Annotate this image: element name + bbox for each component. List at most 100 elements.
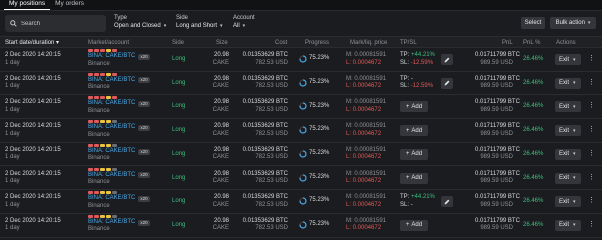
table-row[interactable]: 2 Dec 2020 14:20:15 1 day BINA: CAKE/BTC x2… <box>0 95 602 120</box>
col-progress[interactable]: Progress <box>305 39 329 47</box>
col-cost[interactable]: Cost <box>275 39 287 47</box>
col-size[interactable]: Size <box>216 39 228 47</box>
status-flags <box>88 96 150 100</box>
exit-button[interactable]: Exit ▾ <box>555 101 581 113</box>
leverage-badge: x20 <box>138 195 150 202</box>
more-options-icon[interactable]: ⋮ <box>588 150 595 158</box>
col-tpsl[interactable]: TP/SL <box>400 39 417 47</box>
progress-value: 75.23% <box>309 173 330 180</box>
search-input[interactable] <box>21 20 101 27</box>
tab-my-positions[interactable]: My positions <box>4 0 51 10</box>
liq-price: L: 0.0004672 <box>346 59 382 66</box>
market-link[interactable]: BINA: CAKE/BTC <box>88 172 135 180</box>
col-pnl-percent[interactable]: PnL % <box>523 39 540 47</box>
col-start-date[interactable]: Start date/duration ▾ <box>5 39 59 47</box>
size-cell: 20.98 CAKE <box>209 194 229 209</box>
bulk-action-button[interactable]: Bulk action ▾ <box>550 17 596 29</box>
tab-my-orders[interactable]: My orders <box>50 0 89 10</box>
market-link[interactable]: BINA: CAKE/BTC <box>88 148 135 156</box>
size-value: 20.98 <box>213 75 229 82</box>
pnl-usd: 989.59 USD <box>480 154 513 161</box>
pnl-btc: 0.01711799 BTC <box>475 75 520 82</box>
more-options-icon[interactable]: ⋮ <box>588 221 595 229</box>
exit-button[interactable]: Exit ▾ <box>555 219 581 231</box>
flag-yellow-icon <box>106 96 111 100</box>
market-link[interactable]: BINA: CAKE/BTC <box>88 124 135 132</box>
market-link[interactable]: BINA: CAKE/BTC <box>88 100 135 108</box>
search-box[interactable] <box>5 15 106 32</box>
cost-cell: 0.01353629 BTC 782.53 USD <box>238 171 288 186</box>
more-options-icon[interactable]: ⋮ <box>588 126 595 134</box>
progress-ring-icon <box>299 79 307 87</box>
select-button[interactable]: Select <box>521 17 545 29</box>
account-filter[interactable]: Account All ▾ <box>233 15 255 30</box>
more-options-icon[interactable]: ⋮ <box>588 102 595 110</box>
table-row[interactable]: 2 Dec 2020 14:20:15 1 day BINA: CAKE/BTC x2… <box>0 190 602 214</box>
add-tpsl-button[interactable]: + Add <box>400 172 428 184</box>
exit-button[interactable]: Exit ▾ <box>555 54 581 65</box>
exit-button[interactable]: Exit ▾ <box>555 125 581 137</box>
progress-value: 75.23% <box>309 102 330 109</box>
leverage-badge: x20 <box>138 219 150 226</box>
edit-tpsl-button[interactable] <box>441 54 453 65</box>
mark-liq-cell: M: 0.00081591 L: 0.0004672 <box>346 99 386 114</box>
edit-tpsl-button[interactable] <box>441 196 453 208</box>
cost-cell: 0.01353629 BTC 782.53 USD <box>238 123 288 138</box>
mark-liq-cell: M: 0.00081591 L: 0.0004672 <box>346 194 386 209</box>
pnl-percent: 26.46% <box>523 79 544 86</box>
flag-red-icon <box>94 167 99 171</box>
flag-red-icon <box>88 120 93 124</box>
table-row[interactable]: 2 Dec 2020 14:20:15 1 day BINA: CAKE/BTC x2… <box>0 48 602 72</box>
exit-button[interactable]: Exit ▾ <box>555 148 581 160</box>
more-options-icon[interactable]: ⋮ <box>588 197 595 205</box>
table-row[interactable]: 2 Dec 2020 14:20:15 1 day BINA: CAKE/BTC x2… <box>0 143 602 167</box>
col-mark-liq[interactable]: Mark/liq. price <box>350 39 387 47</box>
add-tpsl-button[interactable]: + Add <box>400 101 428 113</box>
exchange-name: Binance <box>88 107 110 114</box>
size-value: 20.98 <box>213 123 229 130</box>
market-cell: BINA: CAKE/BTC x20 Binance <box>88 167 150 187</box>
table-row[interactable]: 2 Dec 2020 14:20:15 1 day BINA: CAKE/BTC x2… <box>0 167 602 191</box>
flag-red-icon <box>100 96 105 100</box>
flag-red-icon <box>94 191 99 195</box>
exit-button[interactable]: Exit ▾ <box>555 77 581 89</box>
table-row[interactable]: 2 Dec 2020 14:20:15 1 day BINA: CAKE/BTC x2… <box>0 72 602 96</box>
table-row[interactable]: 2 Dec 2020 14:20:15 1 day BINA: CAKE/BTC x2… <box>0 119 602 143</box>
side-filter-label: Side <box>176 15 189 21</box>
top-tabs: My positions My orders <box>0 0 602 11</box>
table-row[interactable]: 2 Dec 2020 14:20:15 1 day BINA: CAKE/BTC x2… <box>0 214 602 238</box>
side-filter[interactable]: Side Long and Short ▾ <box>176 15 223 30</box>
col-side[interactable]: Side <box>172 39 184 47</box>
market-link[interactable]: BINA: CAKE/BTC <box>88 219 135 227</box>
add-label: Add <box>411 175 423 181</box>
type-filter[interactable]: Type Open and Closed ▾ <box>114 15 166 30</box>
cost-cell: 0.01353629 BTC 782.53 USD <box>238 194 288 209</box>
add-tpsl-button[interactable]: + Add <box>400 125 428 137</box>
leverage-badge: x20 <box>138 148 150 155</box>
more-options-icon[interactable]: ⋮ <box>588 174 595 182</box>
market-link[interactable]: BINA: CAKE/BTC <box>88 77 135 85</box>
side-value: Long <box>172 56 186 62</box>
add-tpsl-button[interactable]: + Add <box>400 148 428 160</box>
pnl-cell: 0.01711799 BTC 989.59 USD <box>475 75 520 91</box>
exit-button[interactable]: Exit ▾ <box>555 196 581 208</box>
cost-btc: 0.01353629 BTC <box>242 146 288 153</box>
more-options-icon[interactable]: ⋮ <box>588 55 595 63</box>
market-link[interactable]: BINA: CAKE/BTC <box>88 195 135 203</box>
exit-button[interactable]: Exit ▾ <box>555 172 581 184</box>
market-link[interactable]: BINA: CAKE/BTC <box>88 53 135 61</box>
col-market[interactable]: Market/account <box>88 39 129 47</box>
add-tpsl-button[interactable]: + Add <box>400 219 428 231</box>
duration: 1 day <box>5 59 20 66</box>
duration: 1 day <box>5 225 20 232</box>
exit-label: Exit <box>559 56 570 63</box>
chevron-down-icon: ▾ <box>220 23 223 29</box>
leverage-badge: x20 <box>138 172 150 179</box>
chevron-down-icon: ▾ <box>573 198 576 205</box>
edit-tpsl-button[interactable] <box>441 77 453 89</box>
flag-red-icon <box>94 96 99 100</box>
add-label: Add <box>411 127 423 134</box>
more-options-icon[interactable]: ⋮ <box>588 79 595 87</box>
col-pnl[interactable]: PnL <box>502 39 513 47</box>
cost-btc: 0.01353629 BTC <box>242 217 288 224</box>
